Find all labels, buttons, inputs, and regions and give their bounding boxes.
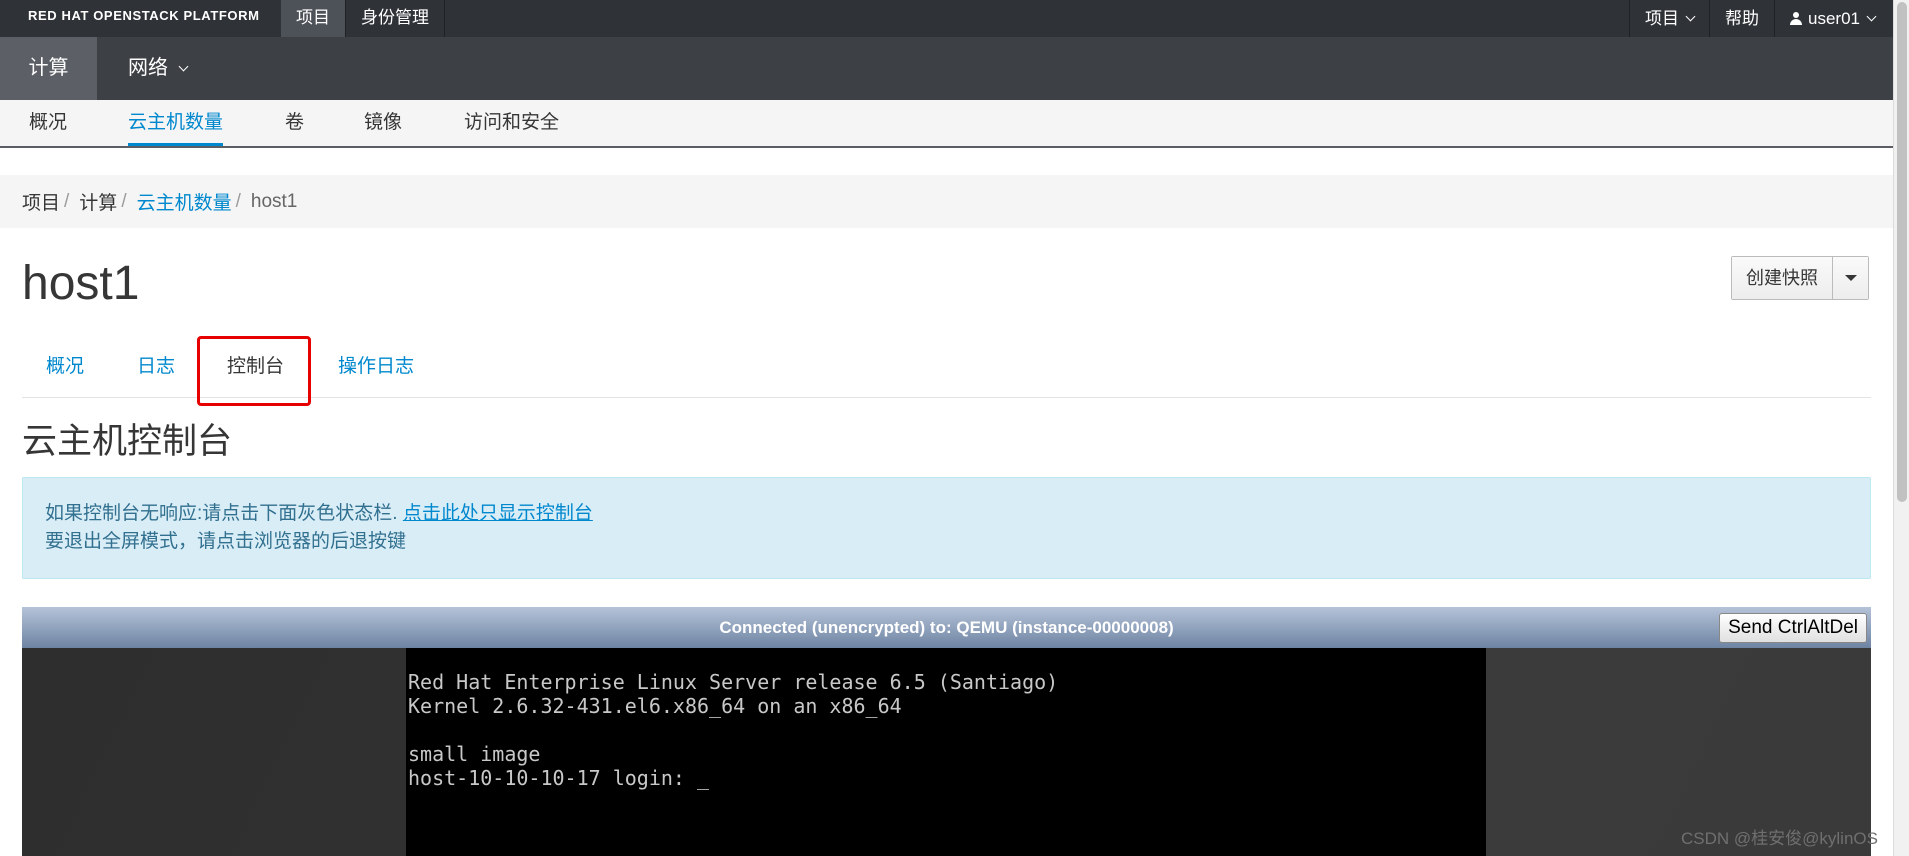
nav-network-label: 网络 [128, 57, 168, 79]
breadcrumb-compute[interactable]: 计算 [79, 188, 117, 215]
panel-nav-access-security[interactable]: 访问和安全 [464, 100, 559, 146]
vnc-status-text[interactable]: Connected (unencrypted) to: QEMU (instan… [22, 607, 1871, 648]
console-tab-highlight [197, 336, 311, 406]
tab-log[interactable]: 日志 [137, 335, 175, 398]
user-icon [1790, 11, 1803, 26]
breadcrumb-current: host1 [250, 190, 298, 212]
panel-nav-overview[interactable]: 概况 [29, 100, 67, 146]
breadcrumb-separator: / [121, 190, 127, 212]
alert-text: 如果控制台无响应:请点击下面灰色状态栏. [45, 503, 403, 524]
vnc-canvas-area: Red Hat Enterprise Linux Server release … [22, 648, 1871, 856]
top-nav-identity[interactable]: 身份管理 [346, 0, 445, 37]
masthead: RED HAT OPENSTACK PLATFORM 项目 身份管理 项目 帮助… [0, 0, 1909, 37]
breadcrumb-instances[interactable]: 云主机数量 [137, 188, 232, 215]
help-label: 帮助 [1725, 8, 1760, 28]
page-scrollbar[interactable] [1893, 0, 1909, 856]
actions-dropdown-toggle[interactable] [1832, 257, 1868, 299]
breadcrumb-separator: / [235, 190, 241, 212]
user-name: user01 [1808, 8, 1860, 28]
create-snapshot-button[interactable]: 创建快照 [1732, 257, 1832, 299]
breadcrumb: 项目 / 计算 / 云主机数量 / host1 [0, 175, 1893, 228]
tab-action-log[interactable]: 操作日志 [338, 335, 414, 398]
console-info-alert: 如果控制台无响应:请点击下面灰色状态栏. 点击此处只显示控制台 要退出全屏模式，… [22, 477, 1871, 579]
alert-line-2: 要退出全屏模式，请点击浏览器的后退按键 [45, 531, 407, 552]
project-menu[interactable]: 项目 [1629, 0, 1709, 37]
breadcrumb-project[interactable]: 项目 [22, 188, 60, 215]
chevron-down-icon [1685, 11, 1696, 22]
chevron-down-icon [178, 61, 189, 72]
help-link[interactable]: 帮助 [1709, 0, 1774, 37]
panel-nav-volumes[interactable]: 卷 [285, 100, 304, 146]
console-section-title: 云主机控制台 [22, 422, 233, 461]
console-only-link[interactable]: 点击此处只显示控制台 [403, 503, 593, 524]
page-title: host1 [22, 257, 140, 310]
breadcrumb-separator: / [64, 190, 70, 212]
send-ctrl-alt-del-button[interactable]: Send CtrlAltDel [1719, 613, 1867, 643]
chevron-down-icon [1866, 11, 1877, 22]
secondary-nav: 计算 网络 [0, 37, 1893, 100]
project-menu-label: 项目 [1645, 8, 1680, 28]
panel-nav-images[interactable]: 镜像 [364, 100, 402, 146]
panel-nav-instances[interactable]: 云主机数量 [128, 100, 224, 146]
terminal-line: Red Hat Enterprise Linux Server release … [408, 670, 1059, 694]
user-menu[interactable]: user01 [1774, 0, 1890, 37]
alert-line-1: 如果控制台无响应:请点击下面灰色状态栏. 点击此处只显示控制台 [45, 500, 1870, 528]
scrollbar-thumb[interactable] [1897, 2, 1907, 502]
nav-network[interactable]: 网络 [128, 37, 189, 100]
top-nav-project[interactable]: 项目 [281, 0, 346, 37]
vnc-screen[interactable]: Red Hat Enterprise Linux Server release … [406, 648, 1486, 856]
terminal-line: Kernel 2.6.32-431.el6.x86_64 on an x86_6… [408, 694, 902, 718]
vnc-console: Connected (unencrypted) to: QEMU (instan… [22, 607, 1871, 856]
top-right-nav: 项目 帮助 user01 [1629, 0, 1890, 37]
tab-overview[interactable]: 概况 [46, 335, 84, 398]
caret-down-icon [1844, 275, 1857, 281]
panel-nav: 概况 云主机数量 卷 镜像 访问和安全 [0, 100, 1893, 148]
watermark: CSDN @桂安俊@kylinOS [1681, 829, 1878, 848]
terminal-line: host-10-10-10-17 login: _ [408, 766, 710, 790]
snapshot-button-group: 创建快照 [1731, 256, 1869, 300]
terminal-line: small image [408, 742, 541, 766]
brand-logo[interactable]: RED HAT OPENSTACK PLATFORM [28, 0, 260, 37]
nav-compute[interactable]: 计算 [0, 37, 97, 100]
top-nav: 项目 身份管理 [281, 0, 445, 37]
